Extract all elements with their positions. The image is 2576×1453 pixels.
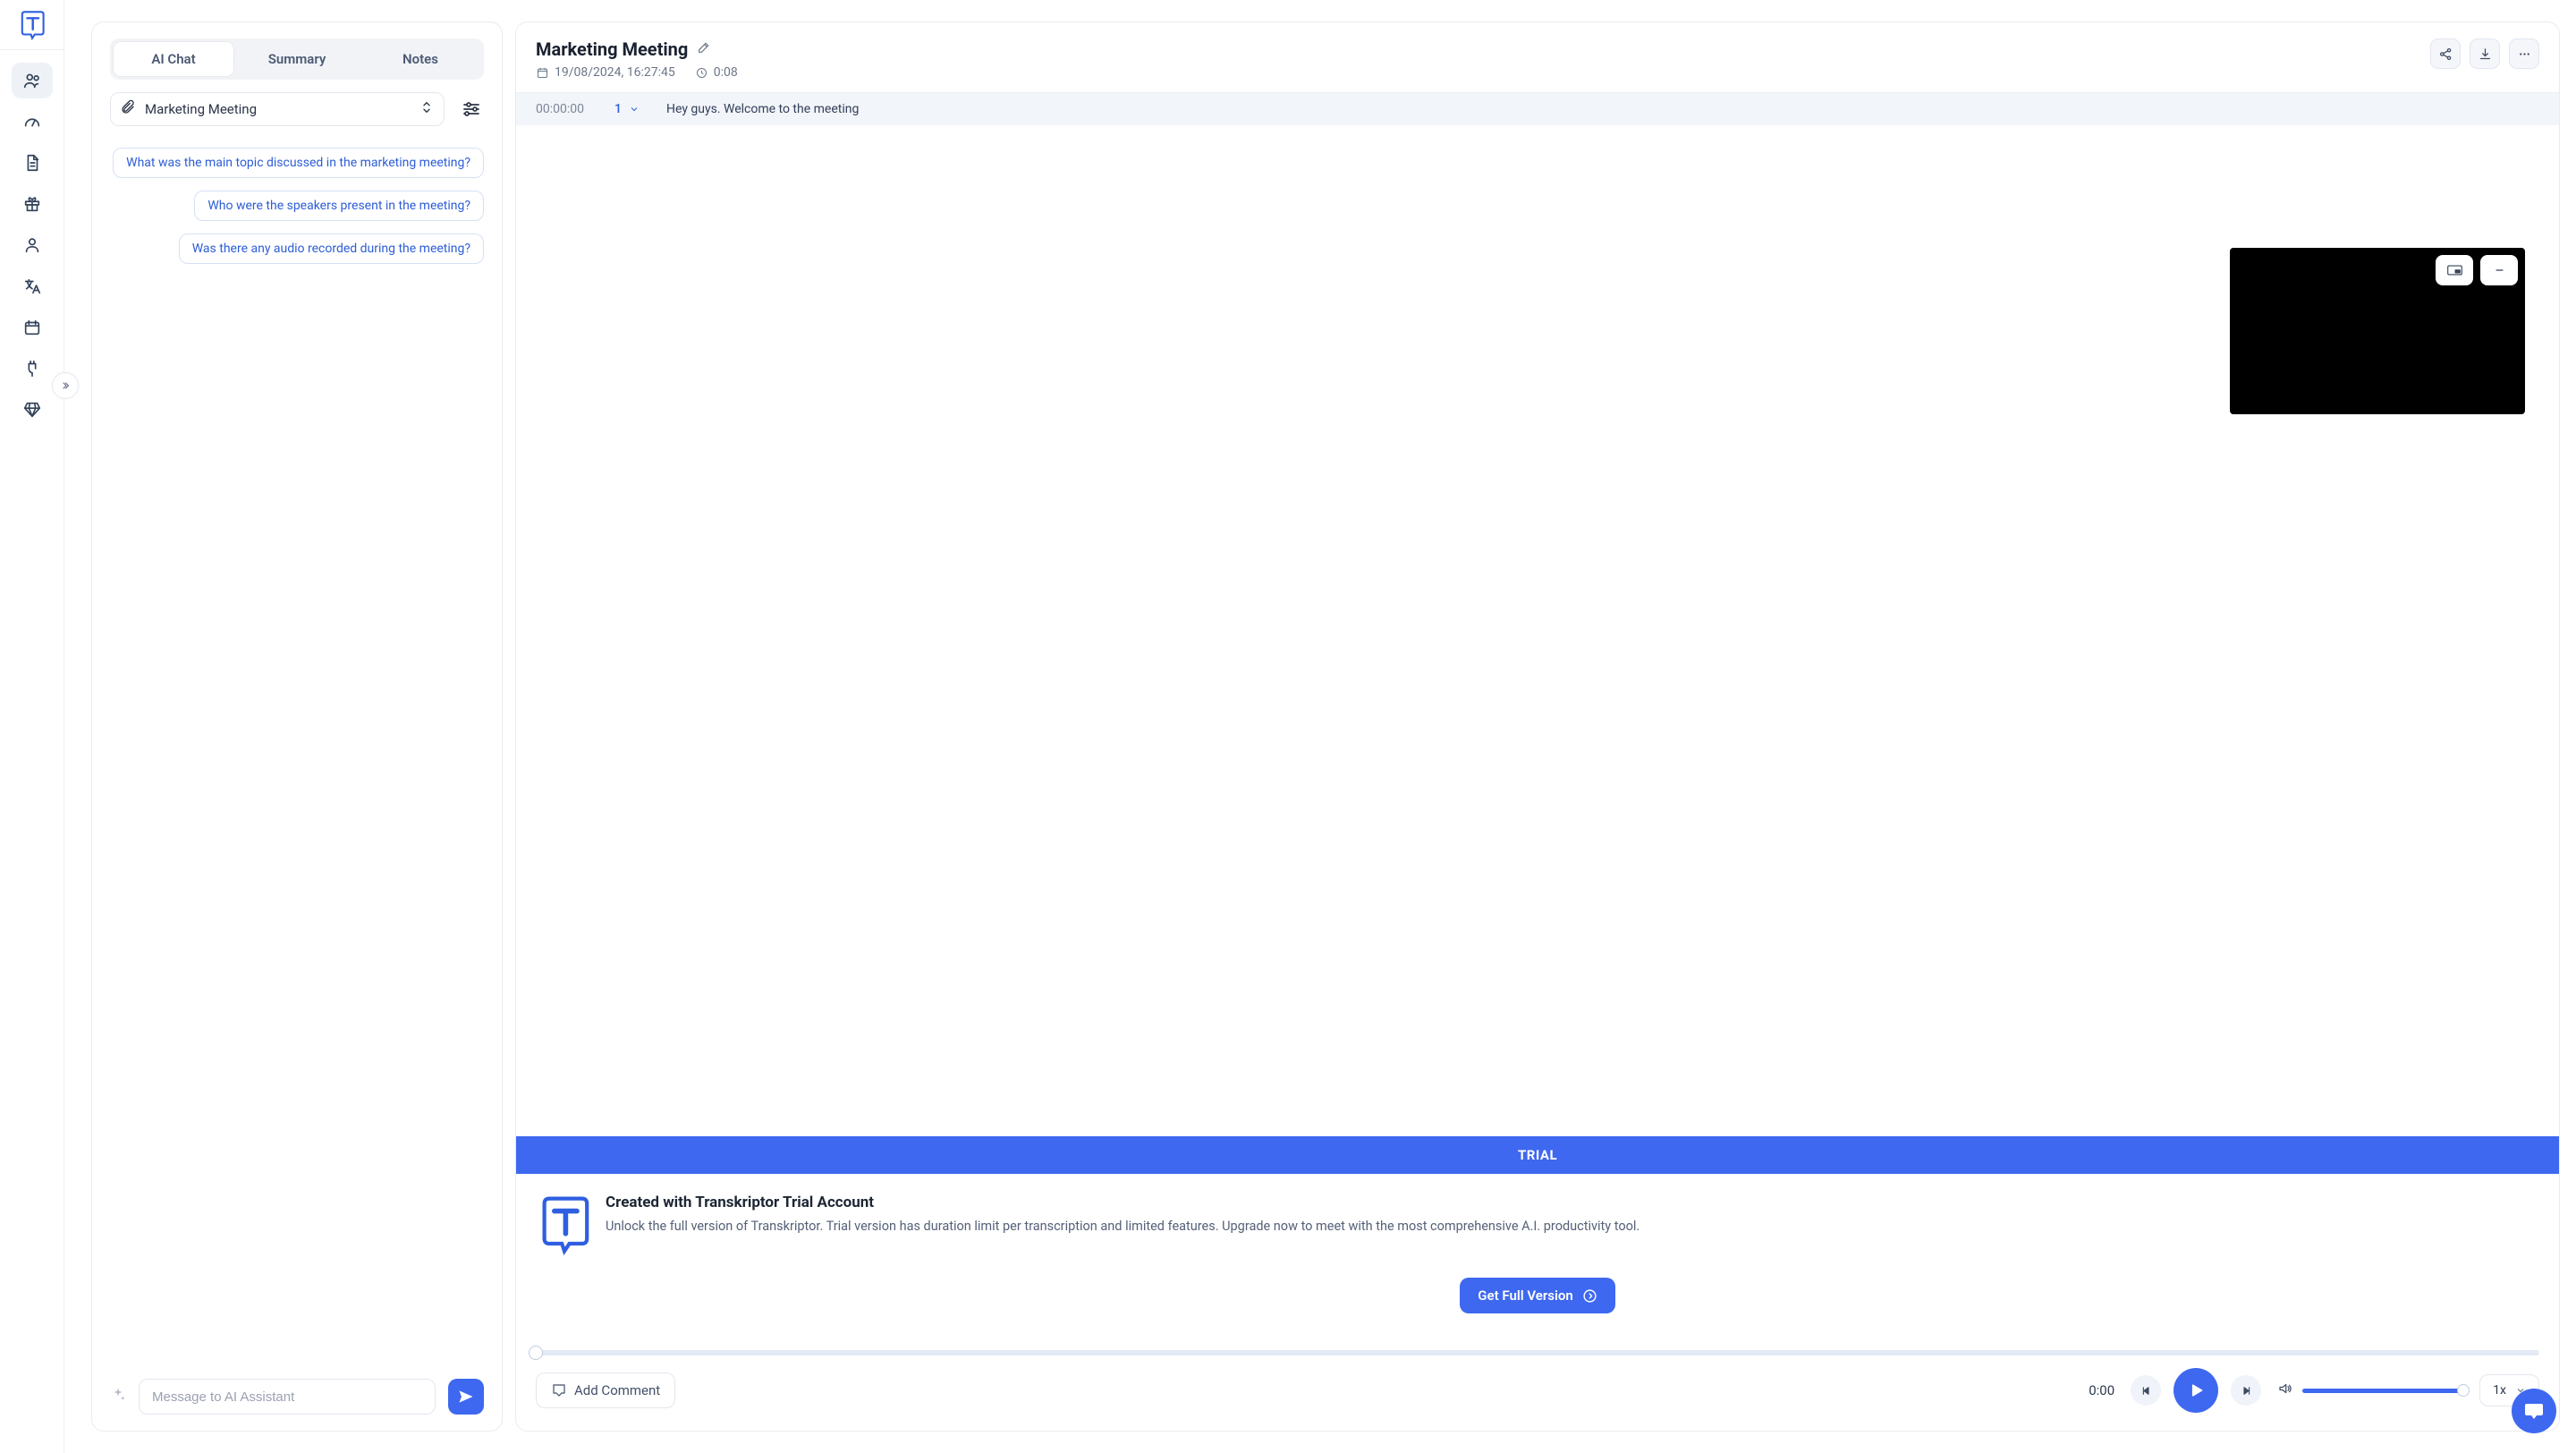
sparkle-icon xyxy=(110,1387,126,1406)
more-button[interactable] xyxy=(2509,38,2539,69)
transcript-time: 00:00:00 xyxy=(536,102,598,116)
video-preview[interactable] xyxy=(2230,248,2525,414)
context-select-label: Marketing Meeting xyxy=(145,101,410,117)
transcript-panel: Marketing Meeting 19/08/2024, 16:27:45 0… xyxy=(515,21,2560,1432)
logo[interactable] xyxy=(0,0,64,50)
play-button[interactable] xyxy=(2174,1368,2218,1413)
transcript-speaker[interactable]: 1 xyxy=(614,102,650,116)
playback-position: 0:00 xyxy=(2089,1382,2114,1398)
add-comment-button[interactable]: Add Comment xyxy=(536,1372,675,1408)
attachment-icon xyxy=(120,99,136,119)
sidebar-item-premium[interactable] xyxy=(12,392,53,428)
sidebar-item-document[interactable] xyxy=(12,145,53,181)
share-button[interactable] xyxy=(2430,38,2461,69)
trial-banner: TRIAL xyxy=(516,1136,2559,1174)
transcript-text: Hey guys. Welcome to the meeting xyxy=(666,102,2539,116)
tab-summary[interactable]: Summary xyxy=(237,42,357,76)
assistant-input[interactable] xyxy=(139,1379,436,1415)
send-button[interactable] xyxy=(448,1379,484,1415)
video-minimize-button[interactable] xyxy=(2480,255,2518,285)
trial-logo-icon xyxy=(539,1194,589,1260)
sidebar-item-speedometer[interactable] xyxy=(12,104,53,140)
volume-slider[interactable] xyxy=(2302,1389,2463,1393)
tab-notes[interactable]: Notes xyxy=(360,42,480,76)
sidebar xyxy=(0,0,64,1453)
sidebar-item-integrations[interactable] xyxy=(12,351,53,387)
download-button[interactable] xyxy=(2470,38,2500,69)
next-button[interactable] xyxy=(2231,1375,2261,1406)
suggestions: What was the main topic discussed in the… xyxy=(110,148,484,264)
player: Add Comment 0:00 1x xyxy=(516,1333,2559,1431)
suggestion-chip[interactable]: What was the main topic discussed in the… xyxy=(113,148,484,178)
tabs: AI Chat Summary Notes xyxy=(110,38,484,80)
suggestion-chip[interactable]: Who were the speakers present in the mee… xyxy=(194,191,484,221)
sidebar-item-rewards[interactable] xyxy=(12,186,53,222)
sidebar-item-profile[interactable] xyxy=(12,227,53,263)
sidebar-expand-button[interactable] xyxy=(52,372,79,399)
prev-button[interactable] xyxy=(2131,1375,2161,1406)
meta-duration: 0:08 xyxy=(695,65,738,80)
volume-icon[interactable] xyxy=(2277,1381,2293,1400)
context-select[interactable]: Marketing Meeting xyxy=(110,92,445,126)
edit-title-icon[interactable] xyxy=(697,40,711,58)
chat-fab[interactable] xyxy=(2512,1389,2556,1433)
transcript-row[interactable]: 00:00:00 1 Hey guys. Welcome to the meet… xyxy=(516,93,2559,125)
sidebar-item-language[interactable] xyxy=(12,268,53,304)
seek-slider[interactable] xyxy=(536,1350,2539,1355)
trial-heading: Created with Transkriptor Trial Account xyxy=(606,1194,1640,1211)
sidebar-item-calendar[interactable] xyxy=(12,310,53,345)
updown-icon xyxy=(419,99,435,119)
suggestion-chip[interactable]: Was there any audio recorded during the … xyxy=(179,234,484,264)
sidebar-item-users[interactable] xyxy=(12,63,53,98)
page-title: Marketing Meeting xyxy=(536,38,688,60)
meta-date: 19/08/2024, 16:27:45 xyxy=(536,65,675,80)
assistant-panel: AI Chat Summary Notes Marketing Meeting … xyxy=(91,21,503,1432)
tab-ai-chat[interactable]: AI Chat xyxy=(114,42,233,76)
get-full-version-button[interactable]: Get Full Version xyxy=(1460,1278,1614,1313)
filters-button[interactable] xyxy=(459,97,484,122)
video-popout-button[interactable] xyxy=(2436,255,2473,285)
trial-body: Unlock the full version of Transkriptor.… xyxy=(606,1217,1640,1236)
